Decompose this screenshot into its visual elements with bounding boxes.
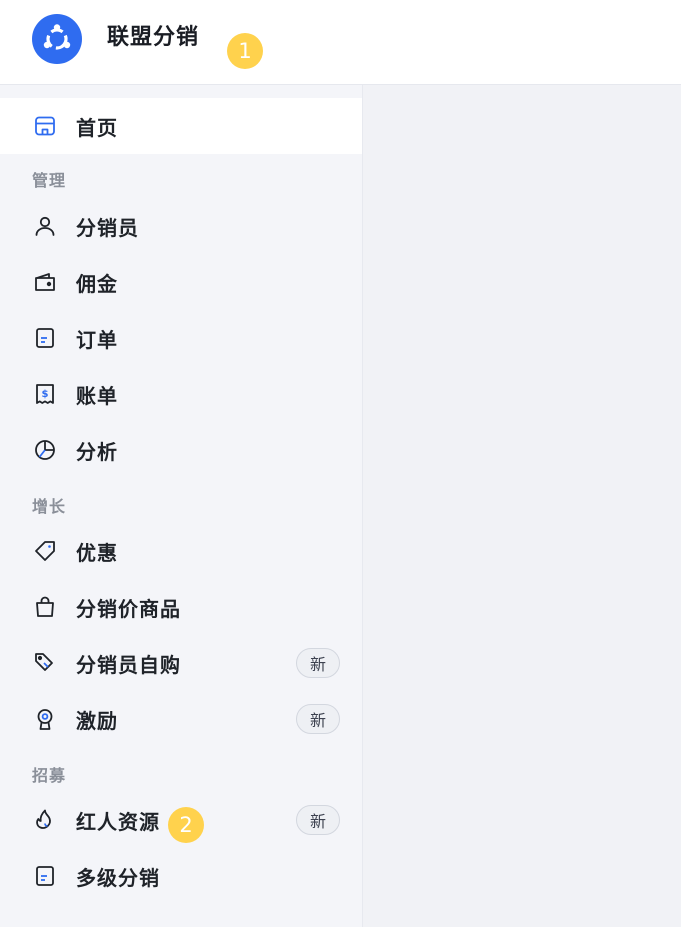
sidebar-item-label: 激励 [76,708,118,733]
step-marker-2: 2 [168,807,204,843]
award-icon [33,707,57,731]
top-header: 联盟分销 1 [0,0,681,85]
app-logo-icon[interactable] [32,14,82,64]
wallet-icon [33,270,57,294]
sidebar-item-label: 首页 [76,115,118,140]
sidebar-item-label: 分销价商品 [76,596,181,621]
svg-text:$: $ [42,389,49,400]
section-title-manage: 管理 [32,171,67,190]
sidebar-item-label: 多级分销 [76,865,160,890]
sidebar-item-multilevel-distribution[interactable]: 多级分销 [0,848,362,904]
sidebar-item-label: 分销员 [76,215,139,240]
sidebar-item-label: 优惠 [76,540,118,565]
new-badge: 新 [296,805,340,835]
sidebar-item-label: 红人资源 [76,809,160,834]
sidebar-item-label: 佣金 [76,271,118,296]
sidebar-item-coupons[interactable]: 优惠 [0,523,362,579]
store-icon [33,114,57,138]
new-badge: 新 [296,648,340,678]
pie-chart-icon [33,438,57,462]
section-title-recruit: 招募 [32,766,67,785]
main-content [363,85,681,927]
sidebar-item-label: 分销员自购 [76,652,181,677]
sidebar-item-incentives[interactable]: 激励 新 [0,691,362,747]
sidebar-item-label: 订单 [76,327,118,352]
flame-icon [33,808,57,832]
price-tags-icon [33,651,57,675]
sidebar-item-distribution-price-products[interactable]: 分销价商品 [0,579,362,635]
sidebar-item-label: 账单 [76,383,118,408]
receipt-icon: $ [33,382,57,406]
sidebar-item-distributors[interactable]: 分销员 [0,198,362,254]
sidebar-item-self-purchase[interactable]: 分销员自购 新 [0,635,362,691]
app-title: 联盟分销 [107,25,200,50]
document-icon [33,864,57,888]
sidebar-item-home[interactable]: 首页 [0,98,362,154]
document-icon [33,326,57,350]
sidebar-item-label: 分析 [76,439,118,464]
sidebar-item-orders[interactable]: 订单 [0,310,362,366]
sidebar: 首页 管理 分销员 佣金 订单 $ 账单 分析 增长 优惠 分销价商品 分销员自… [0,85,363,927]
new-badge: 新 [296,704,340,734]
sidebar-item-commission[interactable]: 佣金 [0,254,362,310]
section-title-growth: 增长 [32,497,67,516]
step-marker-1: 1 [227,33,263,69]
sidebar-item-analytics[interactable]: 分析 [0,422,362,478]
shopping-bag-icon [33,595,57,619]
user-icon [33,214,57,238]
tag-icon [33,539,57,563]
sidebar-item-bills[interactable]: $ 账单 [0,366,362,422]
